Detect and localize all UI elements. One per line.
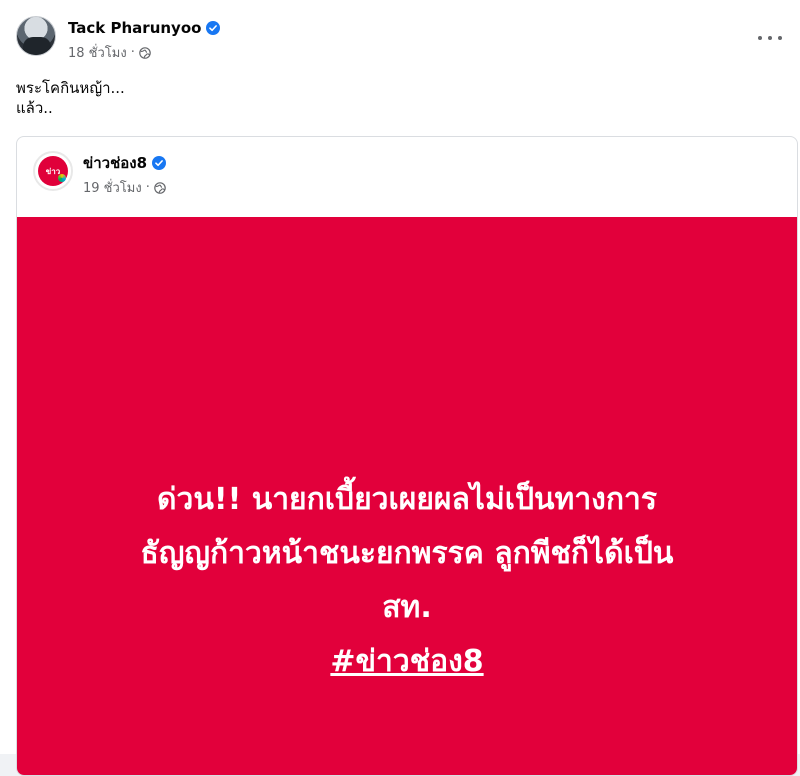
- author-name-row: Tack Pharunyoo: [68, 18, 221, 38]
- headline-line: ด่วน!! นายกเบี้ยวเผยผลไม่เป็นทางการ: [157, 482, 657, 517]
- shared-header-text: ข่าวช่อง8 19 ชั่วโมง ·: [83, 151, 167, 198]
- post-message: พระโคกินหญ้า... แล้ว..: [16, 78, 125, 118]
- meta-separator: ·: [130, 45, 135, 60]
- headline-line: ธัญญก้าวหน้าชนะยกพรรค ลูกพีชก็ได้เป็น: [140, 536, 674, 571]
- post-timestamp[interactable]: 18 ชั่วโมง: [68, 42, 127, 63]
- verified-badge-icon: [152, 156, 167, 170]
- shared-post-card[interactable]: ข่าว ข่าวช่อง8 19 ชั่วโมง · ด่วน!! นายกเ…: [16, 136, 798, 776]
- author-name[interactable]: Tack Pharunyoo: [68, 19, 201, 37]
- meta-separator: ·: [145, 180, 150, 195]
- globe-icon[interactable]: [139, 46, 151, 59]
- facebook-post: Tack Pharunyoo 18 ชั่วโมง · พระโคกินหญ้า…: [0, 0, 800, 776]
- post-header-text: Tack Pharunyoo 18 ชั่วโมง ·: [68, 18, 221, 63]
- more-options-icon[interactable]: [758, 30, 782, 46]
- channel-logo: ข่าว: [38, 156, 68, 186]
- post-message-line: แล้ว..: [16, 99, 53, 117]
- headline-image[interactable]: ด่วน!! นายกเบี้ยวเผยผลไม่เป็นทางการ ธัญญ…: [17, 217, 797, 775]
- shared-post-header: ข่าว ข่าวช่อง8 19 ชั่วโมง ·: [33, 151, 167, 198]
- globe-icon[interactable]: [154, 181, 166, 194]
- post-message-line: พระโคกินหญ้า...: [16, 79, 125, 97]
- hashtag-link[interactable]: #ข่าวช่อง8: [330, 644, 483, 679]
- more-dot: [778, 36, 782, 40]
- channel-logo-text: ข่าว: [45, 166, 61, 176]
- headline-line: สท.: [382, 590, 432, 625]
- channel-name[interactable]: ข่าวช่อง8: [83, 151, 147, 175]
- shared-post-meta: 19 ชั่วโมง ·: [83, 177, 166, 198]
- post-header: Tack Pharunyoo 18 ชั่วโมง ·: [16, 16, 221, 63]
- channel-name-row: ข่าวช่อง8: [83, 151, 167, 175]
- more-dot: [768, 36, 772, 40]
- more-dot: [758, 36, 762, 40]
- verified-badge-icon: [206, 21, 221, 35]
- shared-post-timestamp[interactable]: 19 ชั่วโมง: [83, 177, 142, 198]
- channel-avatar[interactable]: ข่าว: [33, 151, 73, 191]
- author-avatar[interactable]: [16, 16, 56, 56]
- headline-text: ด่วน!! นายกเบี้ยวเผยผลไม่เป็นทางการ ธัญญ…: [17, 473, 797, 689]
- post-meta: 18 ชั่วโมง ·: [68, 42, 220, 63]
